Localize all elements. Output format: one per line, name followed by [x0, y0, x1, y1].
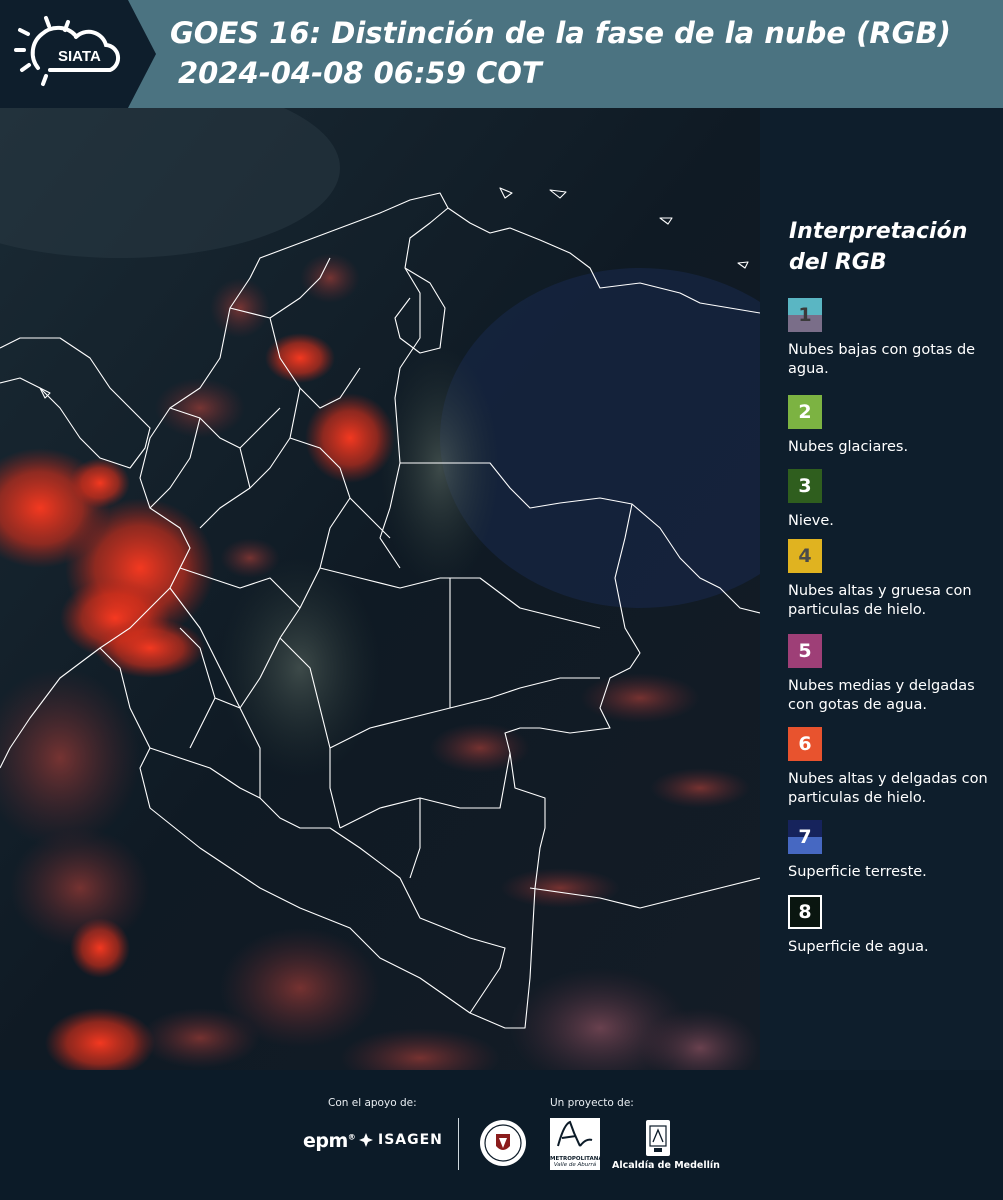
alcaldia-shield-icon — [646, 1120, 670, 1156]
isagen-logo: ISAGEN — [358, 1132, 443, 1148]
legend-swatch-4: 4 — [788, 539, 822, 573]
legend-title-line2: del RGB — [789, 250, 887, 275]
satellite-map — [0, 108, 760, 1070]
epm-logo-text: epm — [303, 1130, 348, 1152]
project-label: Un proyecto de: — [550, 1097, 634, 1109]
satellite-rgb-image — [0, 108, 760, 1070]
legend-swatch-6: 6 — [788, 727, 822, 761]
legend-label-2: Nubes glaciares. — [788, 439, 909, 455]
logo-text: SIATA — [58, 48, 101, 65]
epm-logo: epm® — [303, 1130, 356, 1152]
support-label: Con el apoyo de: — [328, 1097, 417, 1109]
medellin-seal-icon — [480, 1120, 526, 1166]
legend-item-5: 5 Nubes medias y delgadas con gotas de a… — [788, 634, 1003, 715]
legend-label-3: Nieve. — [788, 513, 834, 529]
legend-swatch-5: 5 — [788, 634, 822, 668]
siata-logo-icon: SIATA — [14, 16, 121, 86]
page-timestamp: 2024-04-08 06:59 COT — [178, 56, 542, 90]
legend-item-3: 3 Nieve. — [788, 469, 1003, 531]
metro-line2: Valle de Aburrá — [553, 1162, 597, 1168]
legend-swatch-8: 8 — [788, 895, 822, 929]
legend-label-4: Nubes altas y gruesa con particulas de h… — [788, 583, 972, 618]
legend-item-2: 2 Nubes glaciares. — [788, 395, 1003, 457]
legend-swatch-2: 2 — [788, 395, 822, 429]
area-metropolitana-icon — [557, 1120, 593, 1147]
legend-label-7: Superficie terreste. — [788, 864, 927, 880]
legend-item-7: 7 Superficie terreste. — [788, 820, 1003, 882]
logo-block: SIATA — [0, 0, 128, 108]
legend-item-8: 8 Superficie de agua. — [788, 895, 1003, 957]
legend-item-4: 4 Nubes altas y gruesa con particulas de… — [788, 539, 1003, 620]
legend-label-6: Nubes altas y delgadas con particulas de… — [788, 771, 988, 806]
footer-divider — [458, 1118, 459, 1170]
epm-registered-mark: ® — [347, 1132, 356, 1142]
legend-label-8: Superficie de agua. — [788, 939, 929, 955]
legend-title-line1: Interpretación — [789, 219, 968, 244]
alcaldia-text: Alcaldía de Medellín — [612, 1160, 720, 1171]
legend-swatch-3: 3 — [788, 469, 822, 503]
isagen-text: ISAGEN — [378, 1132, 443, 1148]
legend-label-5: Nubes medias y delgadas con gotas de agu… — [788, 678, 975, 713]
legend-panel: Interpretación del RGB 1 Nubes bajas con… — [760, 108, 1003, 1070]
legend-item-6: 6 Nubes altas y delgadas con particulas … — [788, 727, 1003, 808]
legend-label-1: Nubes bajas con gotas de agua. — [788, 342, 976, 377]
isagen-icon — [359, 1133, 373, 1147]
logo-arrow — [128, 0, 156, 108]
page-title: GOES 16: Distinción de la fase de la nub… — [170, 16, 951, 50]
legend-swatch-1: 1 — [788, 298, 822, 332]
legend-swatch-7: 7 — [788, 820, 822, 854]
legend-title: Interpretación del RGB — [789, 216, 967, 278]
legend-item-1: 1 Nubes bajas con gotas de agua. — [788, 298, 1003, 379]
area-metropolitana-logo: METROPOLITANA Valle de Aburrá — [550, 1118, 603, 1170]
